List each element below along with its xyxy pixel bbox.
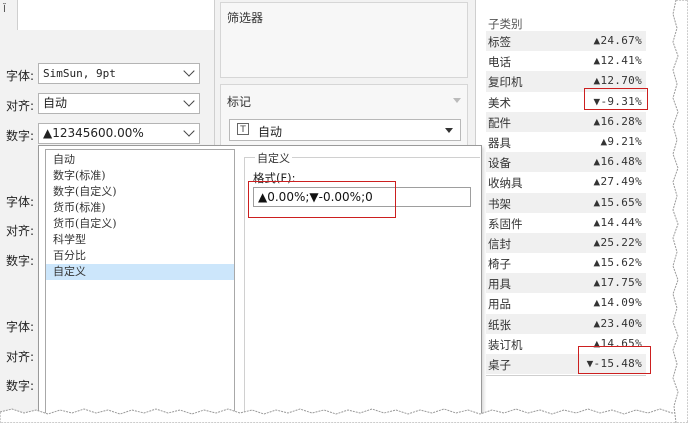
font-label: 字体: — [6, 69, 35, 83]
table-row: 设备 ▲16.48% — [486, 152, 646, 173]
row-value: ▲15.65% — [593, 195, 642, 209]
font-dropdown-value: SimSun, 9pt — [43, 67, 116, 80]
mark-type-value: 自动 — [258, 125, 283, 139]
row-name: 设备 — [488, 156, 511, 171]
number-label: 数字: — [6, 129, 35, 143]
format-code-highlight — [248, 181, 396, 218]
row-value: ▲23.40% — [593, 316, 642, 330]
custom-group-title: 自定义 — [255, 150, 292, 166]
row-name: 收纳具 — [488, 176, 523, 191]
align-dropdown-value: 自动 — [43, 96, 68, 110]
negative-value-highlight — [578, 346, 651, 374]
table-row: 标签 ▲24.67% — [486, 31, 646, 52]
row-name: 桌子 — [488, 358, 511, 372]
align-label: 对齐: — [6, 99, 35, 113]
row-value: ▲12.70% — [593, 74, 642, 88]
format-pane-tab[interactable]: Ĭ — [0, 0, 18, 30]
format-pane-body — [18, 0, 214, 30]
align-dropdown[interactable]: 自动 — [38, 93, 200, 114]
font-label-2: 字体: — [6, 195, 35, 209]
row-value: ▲15.62% — [593, 256, 642, 270]
filters-card[interactable]: 筛选器 — [220, 2, 468, 78]
row-name: 系固件 — [488, 216, 523, 231]
chevron-down-icon — [183, 125, 195, 137]
row-name: 配件 — [488, 115, 511, 130]
table-row: 器具 ▲9.21% — [486, 132, 646, 152]
row-value: ▲24.67% — [593, 34, 642, 47]
row-name: 装订机 — [488, 337, 523, 352]
number-label-2: 数字: — [6, 254, 35, 268]
row-name: 椅子 — [488, 257, 511, 272]
row-name: 信封 — [488, 236, 511, 251]
table-row: 用品 ▲14.09% — [486, 293, 646, 313]
row-value: ▲16.48% — [593, 155, 642, 169]
table-row: 纸张 ▲23.40% — [486, 313, 646, 334]
format-type-item[interactable]: 货币(自定义) — [46, 216, 234, 232]
row-value: ▲27.49% — [593, 175, 642, 189]
table-row: 配件 ▲16.28% — [486, 111, 646, 132]
table-row: 信封 ▲25.22% — [486, 232, 646, 254]
torn-edge-right — [672, 0, 688, 423]
format-type-item[interactable]: 数字(标准) — [46, 168, 234, 184]
row-name: 用具 — [488, 277, 511, 292]
row-name: 书架 — [488, 196, 511, 211]
row-value: ▲9.21% — [600, 134, 642, 148]
table-row: 电话 ▲12.41% — [486, 51, 646, 71]
row-value: ▲17.75% — [593, 276, 642, 290]
row-value: ▲16.28% — [593, 114, 642, 128]
format-type-item[interactable]: 科学型 — [46, 232, 234, 248]
row-value: ▲14.09% — [593, 296, 642, 310]
chevron-down-icon — [183, 95, 195, 107]
chevron-down-icon — [183, 65, 195, 77]
table-row: 椅子 ▲15.62% — [486, 253, 646, 273]
format-type-item[interactable]: 自动 — [46, 152, 234, 168]
row-value: ▲14.44% — [593, 215, 642, 229]
negative-value-highlight — [584, 88, 648, 110]
table-body: 标签 ▲24.67% 电话 ▲12.41% 复印机 ▲12.70% 美术 ▼-9.31%… — [486, 31, 646, 375]
mark-type-dropdown[interactable]: T 自动 — [229, 119, 461, 141]
font-label-3: 字体: — [6, 320, 35, 334]
font-dropdown[interactable]: SimSun, 9pt — [38, 63, 200, 84]
filters-title: 筛选器 — [227, 11, 264, 25]
row-value: ▲25.22% — [593, 235, 642, 249]
format-type-item[interactable]: 货币(标准) — [46, 200, 234, 216]
align-label-2: 对齐: — [6, 224, 35, 238]
row-name: 纸张 — [488, 317, 511, 332]
row-name: 复印机 — [488, 75, 523, 90]
table-row: 收纳具 ▲27.49% — [486, 172, 646, 192]
table-bottom-divider — [486, 375, 646, 376]
row-name: 器具 — [488, 135, 511, 150]
collapse-arrow-icon[interactable] — [453, 98, 461, 103]
dropdown-arrow-icon — [445, 128, 453, 133]
torn-edge-bottom — [0, 408, 688, 423]
row-value: ▲12.41% — [593, 54, 642, 68]
format-type-item-selected[interactable]: 自定义 — [46, 264, 234, 280]
subcategory-table: 子类别 标签 ▲24.67% 电话 ▲12.41% 复印机 ▲12.70% 美术 ▼-9… — [486, 14, 646, 376]
table-row: 系固件 ▲14.44% — [486, 213, 646, 233]
row-name: 用品 — [488, 297, 511, 312]
format-type-list[interactable]: 自动 数字(标准) 数字(自定义) 货币(标准) 货币(自定义) 科学型 百分比… — [45, 149, 235, 423]
row-name: 电话 — [488, 55, 511, 70]
number-dropdown[interactable]: ▲12345600.00% — [38, 123, 200, 144]
align-label-3: 对齐: — [6, 350, 35, 364]
table-row: 书架 ▲15.65% — [486, 192, 646, 213]
format-type-item[interactable]: 数字(自定义) — [46, 184, 234, 200]
format-type-item[interactable]: 百分比 — [46, 248, 234, 264]
marks-title: 标记 — [227, 95, 252, 109]
number-label-3: 数字: — [6, 379, 35, 393]
number-dropdown-value: ▲12345600.00% — [43, 126, 144, 140]
table-header: 子类别 — [488, 17, 523, 31]
text-mark-icon: T — [237, 123, 249, 135]
row-name: 标签 — [488, 35, 511, 49]
table-row: 用具 ▲17.75% — [486, 273, 646, 294]
tab-label: Ĭ — [3, 4, 6, 15]
row-name: 美术 — [488, 95, 511, 110]
